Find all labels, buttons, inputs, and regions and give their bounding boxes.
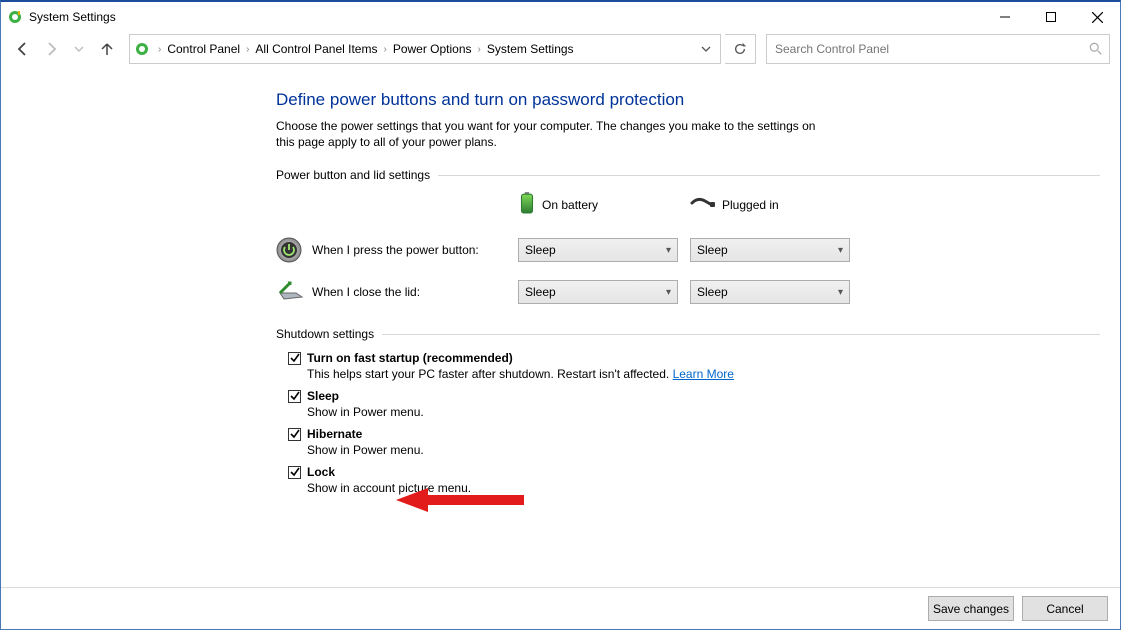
minimize-button[interactable]: [982, 2, 1028, 32]
chevron-down-icon: ▾: [666, 245, 671, 256]
power-button-icon: [276, 237, 302, 263]
window-frame: System Settings: [0, 0, 1121, 630]
address-bar-dropdown[interactable]: [696, 44, 716, 54]
nav-row: › Control Panel › All Control Panel Item…: [1, 32, 1120, 70]
search-box[interactable]: [766, 34, 1110, 64]
control-panel-icon: [134, 41, 150, 57]
battery-icon: [518, 192, 536, 217]
close-button[interactable]: [1074, 2, 1120, 32]
breadcrumb-item[interactable]: All Control Panel Items: [251, 42, 381, 56]
power-button-plugged-select[interactable]: Sleep ▾: [690, 238, 850, 262]
lock-desc: Show in account picture menu.: [307, 481, 1100, 495]
refresh-button[interactable]: [725, 34, 756, 64]
column-header-plugged: Plugged in: [690, 195, 850, 226]
back-button[interactable]: [11, 37, 35, 61]
power-button-battery-select[interactable]: Sleep ▾: [518, 238, 678, 262]
sleep-desc: Show in Power menu.: [307, 405, 1100, 419]
power-settings-table: On battery Plugged in: [276, 192, 1100, 313]
recent-locations-button[interactable]: [67, 37, 91, 61]
close-lid-row-label: When I close the lid:: [276, 271, 506, 313]
fast-startup-checkbox[interactable]: [288, 352, 301, 365]
breadcrumb-item[interactable]: System Settings: [483, 42, 578, 56]
chevron-right-icon: ›: [476, 44, 483, 55]
chevron-right-icon: ›: [381, 44, 388, 55]
window-title: System Settings: [29, 10, 116, 24]
app-icon: [7, 9, 23, 25]
forward-button[interactable]: [39, 37, 63, 61]
column-header-battery: On battery: [518, 192, 678, 229]
lock-option: Lock Show in account picture menu.: [288, 465, 1100, 495]
shutdown-settings-list: Turn on fast startup (recommended) This …: [288, 351, 1100, 495]
close-lid-battery-select[interactable]: Sleep ▾: [518, 280, 678, 304]
maximize-button[interactable]: [1028, 2, 1074, 32]
breadcrumb-item[interactable]: Power Options: [389, 42, 476, 56]
power-button-row-label: When I press the power button:: [276, 229, 506, 271]
sleep-option: Sleep Show in Power menu.: [288, 389, 1100, 419]
hibernate-checkbox[interactable]: [288, 428, 301, 441]
save-changes-button[interactable]: Save changes: [928, 596, 1014, 621]
learn-more-link[interactable]: Learn More: [673, 367, 734, 381]
content-area: Define power buttons and turn on passwor…: [1, 70, 1120, 587]
address-bar[interactable]: › Control Panel › All Control Panel Item…: [129, 34, 721, 64]
footer: Save changes Cancel: [1, 587, 1120, 629]
page-description: Choose the power settings that you want …: [276, 118, 836, 150]
chevron-down-icon: ▾: [666, 287, 671, 298]
chevron-right-icon: ›: [244, 44, 251, 55]
fast-startup-desc: This helps start your PC faster after sh…: [307, 367, 1100, 381]
breadcrumb-item[interactable]: Control Panel: [163, 42, 244, 56]
cancel-button[interactable]: Cancel: [1022, 596, 1108, 621]
plug-icon: [690, 195, 716, 214]
section-header-shutdown: Shutdown settings: [276, 327, 1100, 341]
fast-startup-option: Turn on fast startup (recommended) This …: [288, 351, 1100, 381]
page-title: Define power buttons and turn on passwor…: [276, 90, 1100, 110]
hibernate-desc: Show in Power menu.: [307, 443, 1100, 457]
lock-checkbox[interactable]: [288, 466, 301, 479]
laptop-lid-icon: [276, 279, 302, 305]
search-input[interactable]: [773, 41, 1089, 57]
search-icon: [1089, 42, 1103, 56]
chevron-right-icon: ›: [156, 44, 163, 55]
chevron-down-icon: ▾: [838, 245, 843, 256]
chevron-down-icon: ▾: [838, 287, 843, 298]
title-bar: System Settings: [1, 2, 1120, 32]
section-header-power: Power button and lid settings: [276, 168, 1100, 182]
sleep-checkbox[interactable]: [288, 390, 301, 403]
hibernate-option: Hibernate Show in Power menu.: [288, 427, 1100, 457]
close-lid-plugged-select[interactable]: Sleep ▾: [690, 280, 850, 304]
up-button[interactable]: [95, 37, 119, 61]
